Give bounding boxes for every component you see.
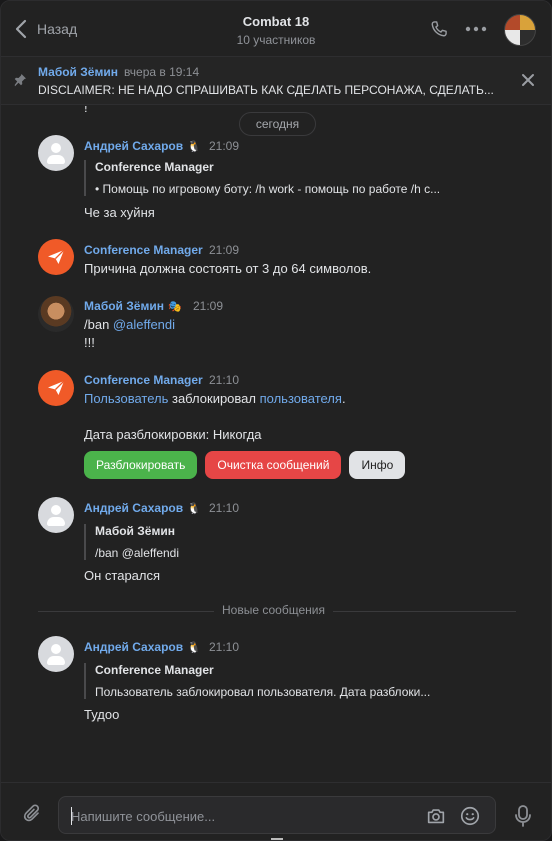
message-author[interactable]: Мабой Зёмин 🎭 bbox=[84, 299, 182, 313]
pinned-text: DISCLAIMER: НЕ НАДО СПРАШИВАТЬ КАК СДЕЛА… bbox=[38, 83, 494, 97]
new-messages-label: Новые сообщения bbox=[214, 603, 333, 617]
quote-author: Conference Manager bbox=[95, 663, 214, 677]
message-time: 21:10 bbox=[209, 501, 240, 515]
bot-avatar[interactable] bbox=[38, 239, 74, 275]
bot-avatar[interactable] bbox=[38, 370, 74, 406]
paper-plane-icon bbox=[48, 249, 65, 264]
reply-quote[interactable]: Conference Manager Пользователь заблокир… bbox=[84, 663, 504, 699]
message-author[interactable]: Conference Manager bbox=[84, 243, 203, 257]
microphone-icon[interactable] bbox=[513, 804, 533, 828]
paperclip-icon[interactable] bbox=[22, 803, 44, 825]
message-time: 21:10 bbox=[209, 640, 240, 654]
message-time: 21:09 bbox=[209, 243, 240, 257]
quote-text: Пользователь заблокировал пользователя. … bbox=[95, 685, 431, 699]
more-icon[interactable] bbox=[465, 18, 487, 40]
pinned-message-bar[interactable]: Мабой Зёмин вчера в 19:14 DISCLAIMER: НЕ … bbox=[1, 57, 551, 105]
phone-icon[interactable] bbox=[428, 18, 450, 40]
message-author[interactable]: Conference Manager bbox=[84, 373, 203, 387]
quote-text: • Помощь по игровому боту: /h work - пом… bbox=[95, 182, 441, 196]
user-link[interactable]: Пользователь bbox=[84, 391, 168, 406]
message-text: Тудоо bbox=[84, 707, 120, 722]
pin-icon bbox=[14, 74, 26, 87]
message-author[interactable]: Андрей Сахаров 🐧 bbox=[84, 640, 201, 654]
reply-quote[interactable]: Conference Manager • Помощь по игровому … bbox=[84, 160, 504, 196]
avatar[interactable] bbox=[38, 497, 74, 533]
message-text-partial: ! bbox=[84, 106, 88, 115]
pinned-author: Мабой Зёмин вчера в 19:14 bbox=[38, 65, 200, 79]
message-text: Дата разблокировки: Никогда bbox=[84, 427, 262, 442]
mention-link[interactable]: @aleffendi bbox=[113, 317, 175, 332]
date-separator: сегодня bbox=[239, 112, 316, 136]
message-text: Он старался bbox=[84, 568, 161, 583]
status-emoji: 🎭 bbox=[167, 301, 182, 313]
message-input[interactable] bbox=[71, 806, 411, 826]
message-time: 21:09 bbox=[193, 299, 224, 313]
unblock-button[interactable]: Разблокировать bbox=[84, 451, 198, 479]
status-emoji: 🐧 bbox=[187, 141, 201, 153]
message-time: 21:09 bbox=[209, 139, 240, 153]
user-link[interactable]: пользователя bbox=[260, 391, 342, 406]
message-feed[interactable]: ! сегодня Андрей Сахаров 🐧 21:09 Conferen… bbox=[1, 106, 551, 782]
camera-icon[interactable] bbox=[425, 805, 447, 827]
avatar[interactable] bbox=[38, 636, 74, 672]
message-author[interactable]: Андрей Сахаров 🐧 bbox=[84, 501, 201, 515]
chat-window: Назад Combat 18 10 участников Мабой Зёми… bbox=[0, 0, 552, 841]
avatar[interactable] bbox=[38, 135, 74, 171]
resize-handle[interactable] bbox=[271, 838, 283, 840]
pinned-time: вчера в 19:14 bbox=[123, 65, 200, 79]
chat-header: Назад Combat 18 10 участников bbox=[1, 1, 551, 57]
message-text: Причина должна состоять от 3 до 64 симво… bbox=[84, 261, 372, 276]
new-messages-divider: Новые сообщения bbox=[38, 603, 516, 619]
quote-author: Мабой Зёмин bbox=[95, 524, 175, 538]
info-button[interactable]: Инфо bbox=[349, 451, 406, 479]
message-text: Пользователь заблокировал пользователя. bbox=[84, 391, 346, 406]
quote-author: Conference Manager bbox=[95, 160, 214, 174]
quote-text: /ban @aleffendi bbox=[95, 546, 180, 560]
close-icon[interactable] bbox=[521, 73, 535, 87]
text-caret bbox=[71, 807, 72, 825]
composer bbox=[1, 782, 551, 840]
avatar[interactable] bbox=[38, 296, 74, 332]
status-emoji: 🐧 bbox=[187, 503, 201, 515]
chat-avatar[interactable] bbox=[504, 14, 536, 46]
message-time: 21:10 bbox=[209, 373, 240, 387]
status-emoji: 🐧 bbox=[187, 642, 201, 654]
paper-plane-icon bbox=[48, 380, 65, 395]
bot-keyboard: Разблокировать Очистка сообщений Инфо bbox=[84, 451, 406, 479]
message-text: !!! bbox=[84, 335, 95, 350]
reply-quote[interactable]: Мабой Зёмин /ban @aleffendi bbox=[84, 524, 504, 560]
message-author[interactable]: Андрей Сахаров 🐧 bbox=[84, 139, 201, 153]
message-text: /ban @aleffendi bbox=[84, 317, 176, 332]
emoji-icon[interactable] bbox=[459, 805, 481, 827]
clear-messages-button[interactable]: Очистка сообщений bbox=[205, 451, 342, 479]
message-input-container[interactable] bbox=[58, 796, 496, 834]
message-text: Че за хуйня bbox=[84, 205, 155, 220]
